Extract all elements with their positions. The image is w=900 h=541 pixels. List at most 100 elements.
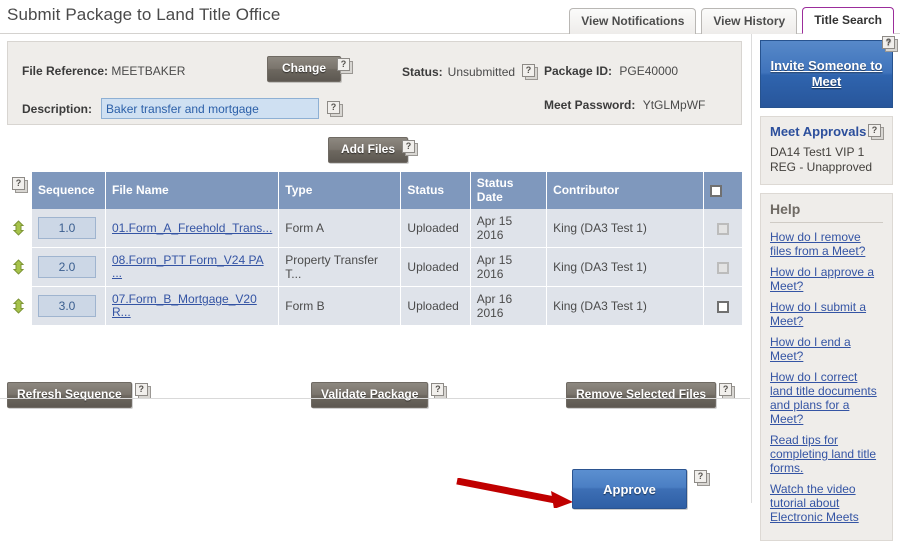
invite-someone-to-meet-button[interactable]: Invite Someone to Meet ? xyxy=(760,36,898,108)
cell-status-date: Apr 15 2016 xyxy=(470,209,548,248)
cell-status: Uploaded xyxy=(400,209,471,248)
main-column: File Reference: MEETBAKER Change ? Statu… xyxy=(0,34,752,509)
row-select-checkbox[interactable] xyxy=(717,300,730,313)
meet-approvals-title: Meet Approvals xyxy=(770,124,867,139)
cell-select xyxy=(703,286,742,326)
cell-contributor: King (DA3 Test 1) xyxy=(546,286,705,326)
validate-package-button[interactable]: Validate Package xyxy=(311,382,429,408)
column-header-sequence[interactable]: Sequence xyxy=(32,172,106,209)
meet-password-label: Meet Password: xyxy=(544,98,636,112)
add-files-row: Add Files ? xyxy=(0,134,751,170)
refresh-sequence-group: Refresh Sequence ? xyxy=(7,382,151,408)
column-header-file-name[interactable]: File Name xyxy=(105,172,280,209)
cell-file-name: 08.Form_PTT Form_V24 PA ... xyxy=(105,247,280,287)
package-id-label: Package ID: xyxy=(544,64,613,78)
help-link[interactable]: How do I approve a Meet? xyxy=(770,265,883,293)
file-name-link[interactable]: 01.Form_A_Freehold_Trans... xyxy=(112,221,272,235)
help-link[interactable]: Read tips for completing land title form… xyxy=(770,433,883,475)
help-icon-approve[interactable]: ? xyxy=(694,470,710,486)
tab-strip: View Notifications View History Title Se… xyxy=(569,7,894,34)
file-reference-row: File Reference: MEETBAKER xyxy=(22,64,185,78)
row-drag-handle-icon[interactable] xyxy=(11,220,26,236)
help-link[interactable]: How do I end a Meet? xyxy=(770,335,883,363)
sidebar: Invite Someone to Meet ? Meet Approvals … xyxy=(755,34,900,541)
file-name-link[interactable]: 08.Form_PTT Form_V24 PA ... xyxy=(112,254,272,280)
help-icon-refresh-sequence[interactable]: ? xyxy=(134,383,151,399)
section-divider xyxy=(0,398,750,399)
page-title: Submit Package to Land Title Office xyxy=(7,5,281,24)
invite-button-label: Invite Someone to Meet xyxy=(770,58,883,89)
add-files-button[interactable]: Add Files xyxy=(328,137,409,163)
tab-view-history[interactable]: View History xyxy=(701,8,798,34)
change-button[interactable]: Change xyxy=(267,56,342,82)
row-select-checkbox xyxy=(717,222,730,235)
meet-approvals-header: Meet Approvals ? xyxy=(770,124,884,140)
meet-approvals-panel: Meet Approvals ? DA14 Test1 VIP 1 REG - … xyxy=(760,116,893,185)
page-header: Submit Package to Land Title Office View… xyxy=(0,0,900,34)
select-all-checkbox[interactable] xyxy=(710,184,723,197)
help-icon-meet-approvals[interactable]: ? xyxy=(868,124,884,140)
cell-file-name: 01.Form_A_Freehold_Trans... xyxy=(105,209,280,248)
package-info-panel: File Reference: MEETBAKER Change ? Statu… xyxy=(7,41,742,125)
help-link[interactable]: How do I submit a Meet? xyxy=(770,300,883,328)
column-header-status-date[interactable]: Status Date xyxy=(470,172,548,209)
description-row: Description: ? xyxy=(22,98,344,119)
table-row: 2.0 08.Form_PTT Form_V24 PA ... Property T… xyxy=(12,247,742,287)
tab-view-notifications[interactable]: View Notifications xyxy=(569,8,697,34)
help-icon-invite[interactable]: ? xyxy=(882,36,898,52)
column-header-type[interactable]: Type xyxy=(278,172,402,209)
column-header-contributor[interactable]: Contributor xyxy=(546,172,705,209)
approve-button[interactable]: Approve xyxy=(572,469,687,509)
help-icon-add-files[interactable]: ? xyxy=(402,140,418,156)
row-drag-handle-icon[interactable] xyxy=(11,259,26,275)
help-icon-status[interactable]: ? xyxy=(522,64,539,80)
cell-type: Form B xyxy=(278,286,402,326)
help-link-list: How do I remove files from a Meet? How do… xyxy=(770,230,883,524)
help-icon-change[interactable]: ? xyxy=(337,58,353,74)
refresh-sequence-button[interactable]: Refresh Sequence xyxy=(7,382,132,408)
help-link[interactable]: How do I correct land title documents an… xyxy=(770,370,883,426)
files-table-body: 1.0 01.Form_A_Freehold_Trans... Form A Uplo… xyxy=(12,209,742,326)
tab-title-search[interactable]: Title Search xyxy=(802,7,894,34)
cell-contributor: King (DA3 Test 1) xyxy=(546,209,705,248)
cell-file-name: 07.Form_B_Mortgage_V20 R... xyxy=(105,286,280,326)
cell-select xyxy=(703,209,742,248)
meet-password-row: Meet Password: YtGLMpWF xyxy=(544,98,705,112)
sequence-value-input[interactable]: 1.0 xyxy=(38,217,96,239)
help-link[interactable]: How do I remove files from a Meet? xyxy=(770,230,883,258)
remove-selected-files-button[interactable]: Remove Selected Files xyxy=(566,382,717,408)
table-header-row: Sequence File Name Type Status Status Da… xyxy=(32,172,742,209)
sequence-value-input[interactable]: 2.0 xyxy=(38,256,96,278)
cell-type: Form A xyxy=(278,209,402,248)
help-link[interactable]: Watch the video tutorial about Electroni… xyxy=(770,482,883,524)
cell-type: Property Transfer T... xyxy=(278,247,402,287)
pointer-arrow-icon xyxy=(456,478,573,508)
help-icon-validate-package[interactable]: ? xyxy=(431,383,448,399)
description-input[interactable] xyxy=(101,98,320,119)
status-value: Unsubmitted xyxy=(447,64,516,79)
file-reference-label: File Reference: xyxy=(22,64,109,78)
meet-approval-item: DA14 Test1 VIP 1 REG - Unapproved xyxy=(770,145,873,174)
table-row: 3.0 07.Form_B_Mortgage_V20 R... Form B Uplo… xyxy=(12,286,742,326)
sequence-value-input[interactable]: 3.0 xyxy=(38,295,96,317)
meet-password-value: YtGLMpWF xyxy=(642,98,706,112)
row-select-checkbox xyxy=(717,261,730,274)
file-name-link[interactable]: 07.Form_B_Mortgage_V20 R... xyxy=(112,293,272,319)
help-panel: Help How do I remove files from a Meet? H… xyxy=(760,193,893,541)
approve-zone: Approve ? xyxy=(0,406,752,509)
cell-status-date: Apr 15 2016 xyxy=(470,247,548,287)
row-drag-handle-icon[interactable] xyxy=(11,298,26,314)
cell-sequence: 2.0 xyxy=(12,247,106,287)
page-content: File Reference: MEETBAKER Change ? Statu… xyxy=(0,34,900,541)
status-label: Status: xyxy=(402,64,443,79)
status-row: Status: Unsubmitted ? xyxy=(402,64,539,80)
package-id-value: PGE40000 xyxy=(619,64,679,78)
help-icon-remove-selected-files[interactable]: ? xyxy=(719,383,736,399)
help-icon-files-table[interactable]: ? xyxy=(12,177,28,193)
column-header-status[interactable]: Status xyxy=(400,172,471,209)
files-table: Sequence File Name Type Status Status Da… xyxy=(12,172,742,326)
column-header-select-all xyxy=(703,172,742,209)
description-label: Description: xyxy=(22,101,93,116)
help-icon-description[interactable]: ? xyxy=(327,101,344,117)
help-panel-title: Help xyxy=(770,201,883,223)
